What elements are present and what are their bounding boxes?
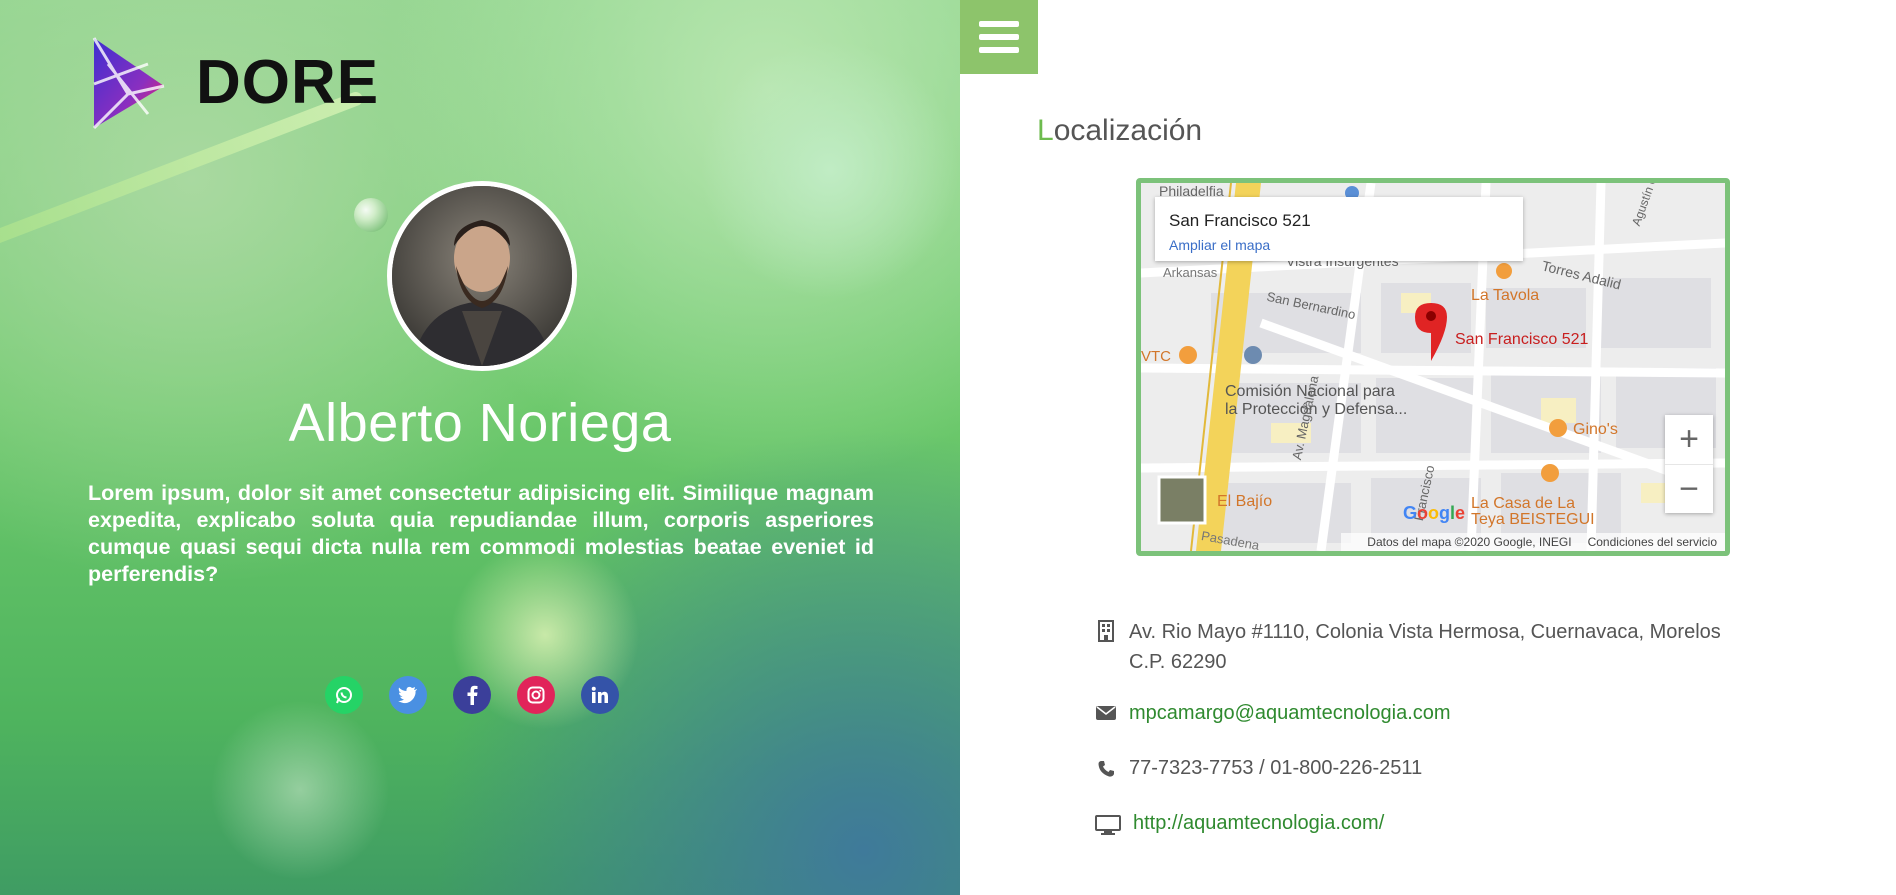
bokeh-light	[210, 700, 390, 880]
email-link[interactable]: mpcamargo@aquamtecnologia.com	[1129, 702, 1451, 725]
zoom-in-button[interactable]: +	[1665, 415, 1713, 465]
brand-logo[interactable]: DORE	[88, 34, 379, 130]
map-label: La Tavola	[1471, 287, 1540, 304]
phone-icon	[1095, 757, 1117, 778]
address-row: Av. Rio Mayo #1110, Colonia Vista Hermos…	[1095, 617, 1755, 677]
map-terms-link[interactable]: Condiciones del servicio	[1588, 535, 1717, 549]
monitor-icon	[1095, 812, 1121, 835]
linkedin-icon	[591, 686, 608, 703]
website-row: http://aquamtecnologia.com/	[1095, 812, 1384, 835]
avatar-image	[392, 186, 572, 366]
whatsapp-icon	[336, 687, 352, 704]
map-label: Arkansas	[1163, 265, 1218, 280]
whatsapp-button[interactable]	[325, 676, 363, 714]
map-info-card: San Francisco 521 Ampliar el mapa	[1155, 197, 1523, 261]
profile-bio: Lorem ipsum, dolor sit amet consectetur …	[88, 481, 874, 586]
twitter-icon	[398, 686, 417, 704]
brand-name: DORE	[196, 47, 380, 117]
bokeh-light	[700, 40, 960, 300]
water-drop	[354, 198, 388, 232]
email-row: mpcamargo@aquamtecnologia.com	[1095, 702, 1451, 725]
section-title: Localización	[1037, 114, 1203, 147]
map-footer: Datos del mapa ©2020 Google, INEGI Condi…	[1341, 533, 1725, 551]
map-label: VTC	[1141, 348, 1171, 365]
linkedin-button[interactable]	[581, 676, 619, 714]
address-text: Av. Rio Mayo #1110, Colonia Vista Hermos…	[1129, 621, 1721, 673]
menu-icon-bar	[979, 21, 1019, 27]
social-links	[325, 676, 619, 714]
avatar	[387, 181, 577, 371]
map-label: la Protección y Defensa...	[1225, 401, 1408, 418]
map-zoom-control: + −	[1665, 415, 1713, 513]
facebook-button[interactable]	[453, 676, 491, 714]
phone-row: 77-7323-7753 / 01-800-226-2511	[1095, 757, 1422, 780]
building-icon	[1095, 617, 1117, 642]
facebook-icon	[467, 685, 478, 705]
profile-panel: DORE Alberto Noriega Lorem ipsum, dolor …	[0, 0, 960, 895]
map-marker-label: San Francisco 521	[1455, 331, 1589, 348]
menu-icon-bar	[979, 47, 1019, 53]
map-place-title: San Francisco 521	[1169, 211, 1311, 230]
map-enlarge-link[interactable]: Ampliar el mapa	[1169, 237, 1270, 253]
profile-name: Alberto Noriega	[288, 393, 672, 453]
phone-text: 77-7323-7753 / 01-800-226-2511	[1129, 757, 1423, 779]
instagram-icon	[527, 686, 545, 704]
logo-icon	[92, 37, 165, 130]
instagram-button[interactable]	[517, 676, 555, 714]
envelope-icon	[1095, 702, 1117, 721]
map-label: El Bajío	[1217, 493, 1273, 510]
menu-toggle-button[interactable]	[960, 0, 1038, 74]
map-label: Teya BEISTEGUI	[1471, 511, 1595, 528]
twitter-button[interactable]	[389, 676, 427, 714]
google-logo: Google	[1403, 503, 1466, 523]
location-map[interactable]: Philadelfia Vistra Insurgentes Arkansas …	[1136, 178, 1730, 556]
menu-icon-bar	[979, 34, 1019, 40]
map-attribution: Datos del mapa ©2020 Google, INEGI	[1367, 535, 1572, 549]
website-link[interactable]: http://aquamtecnologia.com/	[1133, 812, 1384, 835]
map-label: Gino's	[1573, 421, 1618, 438]
zoom-out-button[interactable]: −	[1665, 465, 1713, 514]
